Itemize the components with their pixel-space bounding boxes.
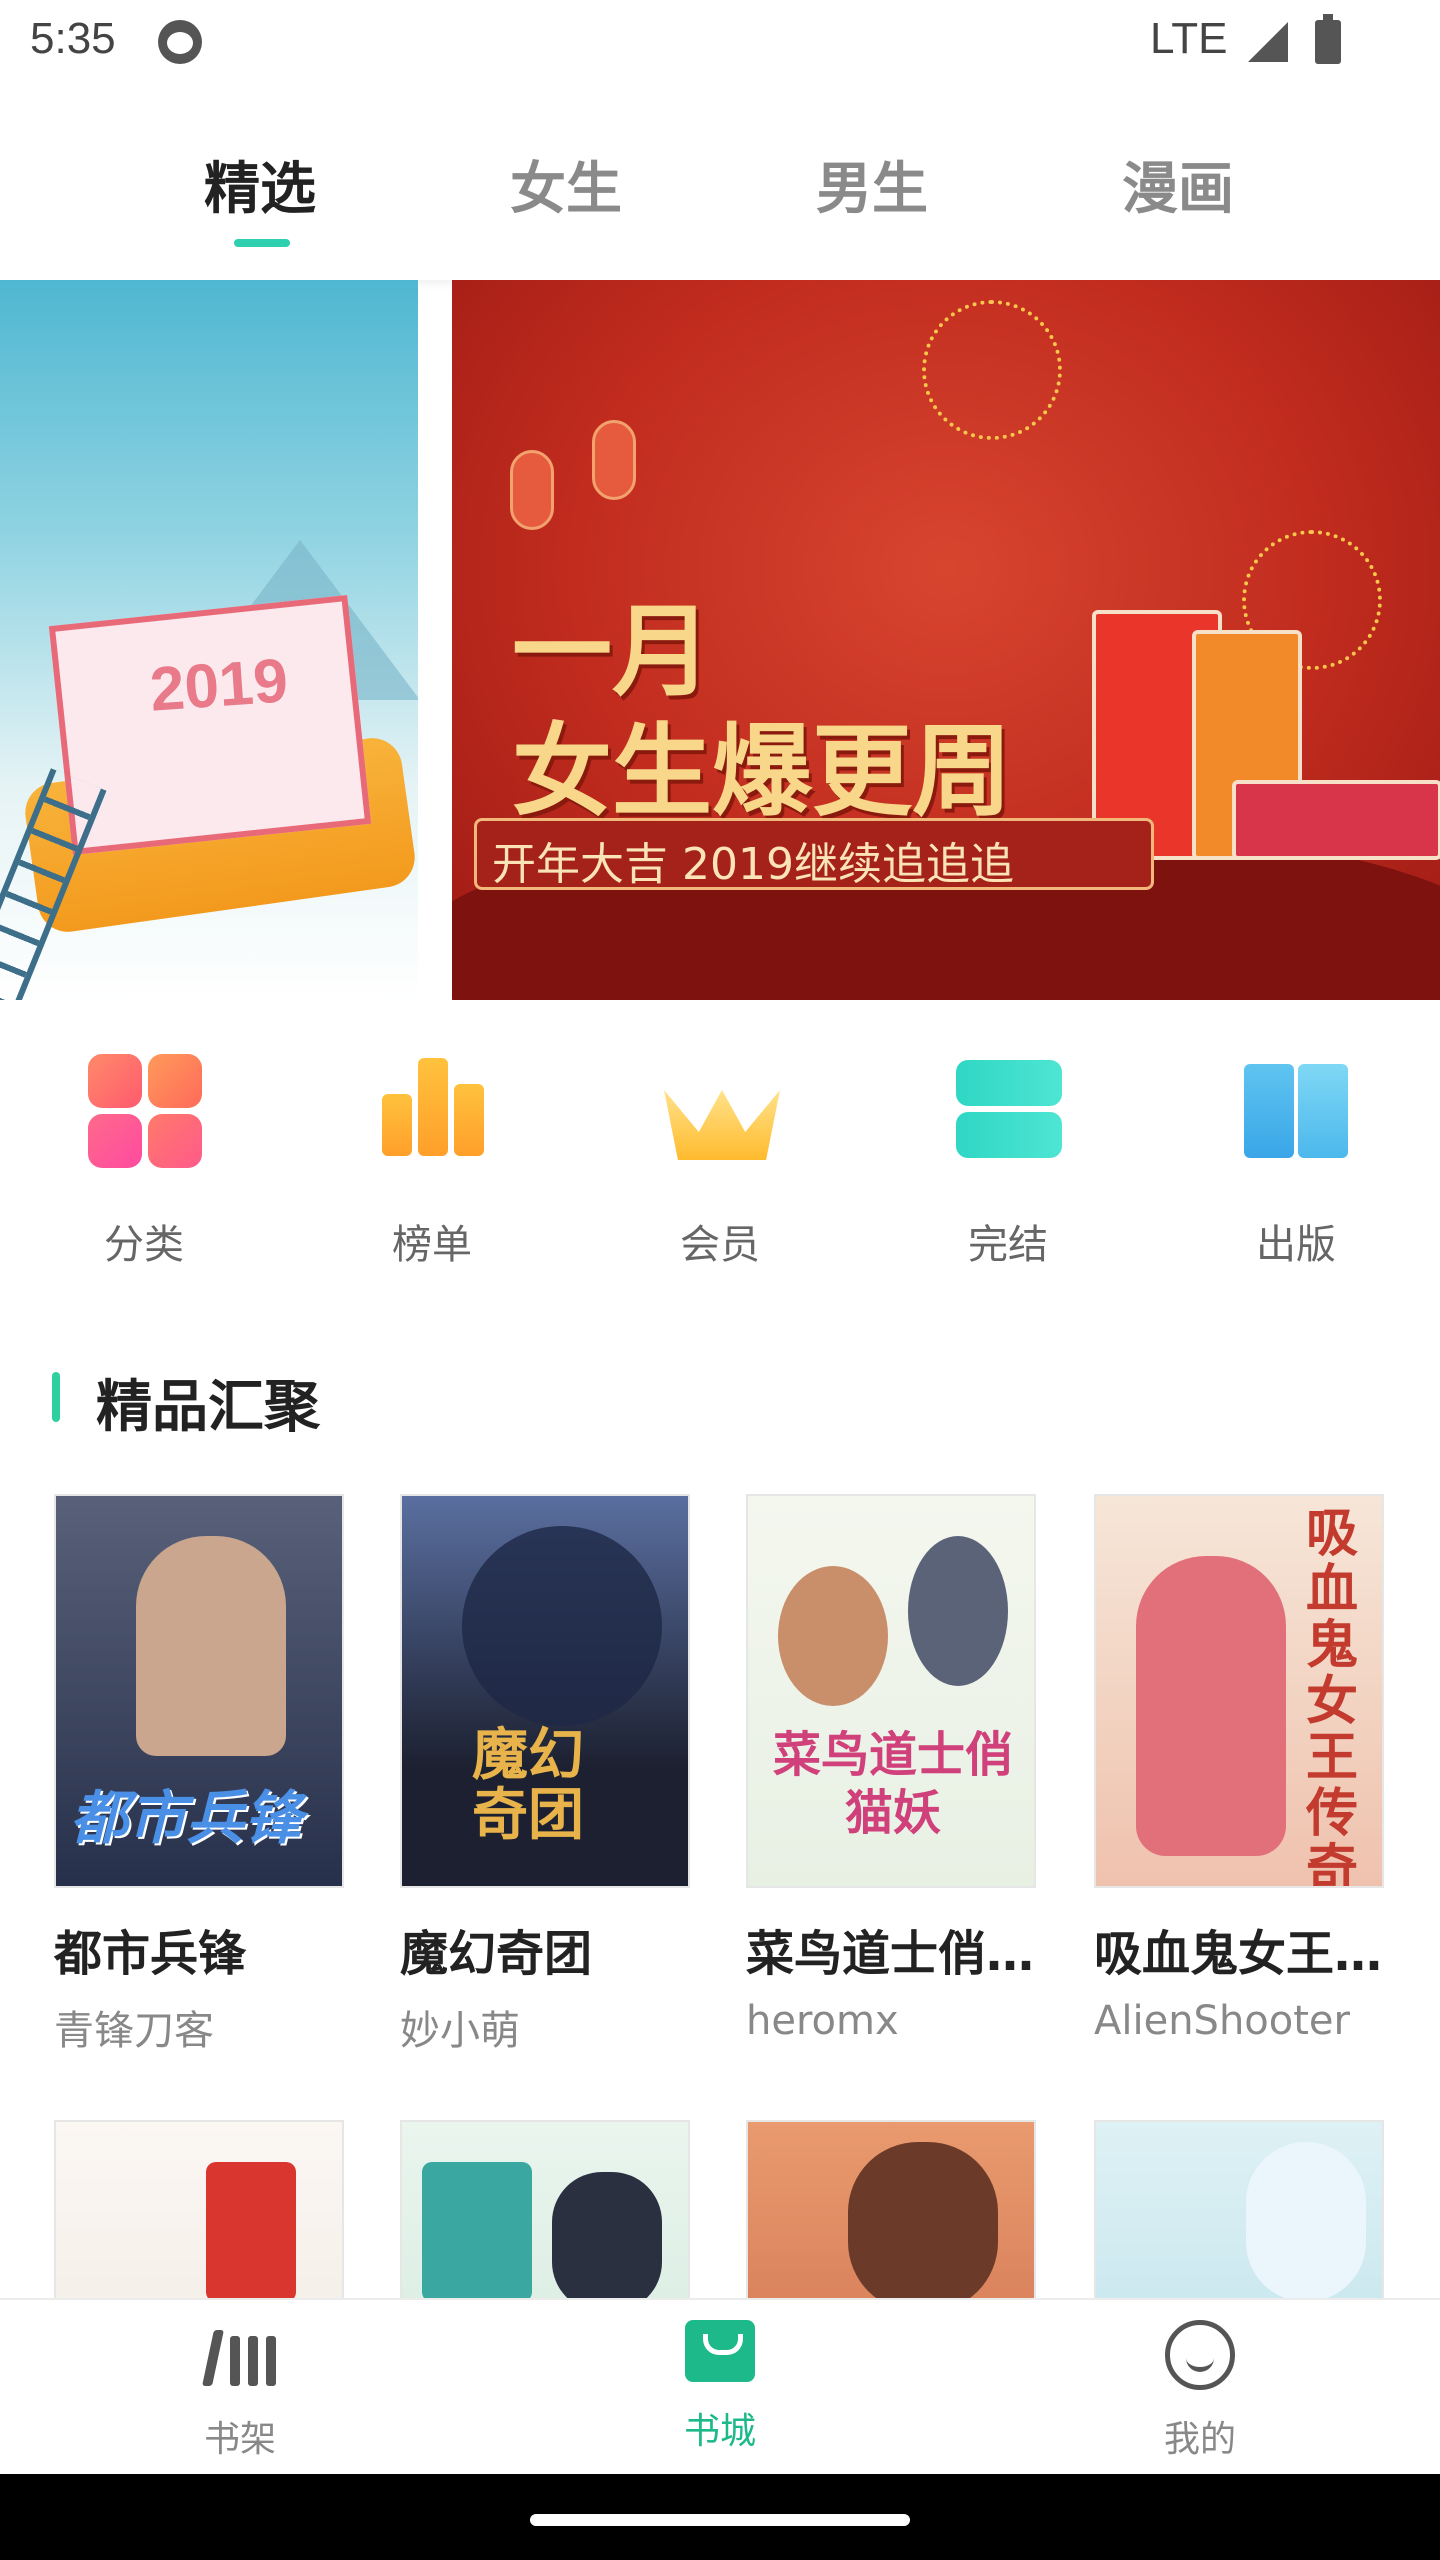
cover-artwork — [422, 2162, 532, 2302]
nav-bookshelf[interactable]: 书架 — [140, 2320, 340, 2462]
cover-character — [908, 1536, 1008, 1686]
category-label: 榜单 — [392, 1222, 472, 1268]
cover-character — [778, 1566, 888, 1706]
book-title: 菜鸟道士俏… — [746, 1926, 1035, 1982]
book-author: 妙小萌 — [400, 2008, 520, 2054]
system-gesture-bar — [0, 2474, 1440, 2560]
category-label: 会员 — [680, 1222, 760, 1268]
book-author: 青锋刀客 — [54, 2008, 214, 2054]
lantern-icon — [592, 420, 636, 500]
tab-featured[interactable]: 精选 — [160, 144, 360, 225]
nav-label: 我的 — [1163, 2419, 1236, 2460]
cover-title: 吸血鬼女王传奇 — [1306, 1504, 1359, 1888]
nav-label: 书架 — [203, 2419, 276, 2460]
bookshelf-icon — [200, 2320, 280, 2390]
category-published[interactable]: 出版 — [1216, 1050, 1376, 1270]
book-icon — [1236, 1050, 1356, 1170]
book-cover[interactable]: 魔幻奇团 — [400, 1494, 690, 1888]
ranking-icon — [372, 1050, 492, 1170]
book-cover[interactable]: 都市兵锋 — [54, 1494, 344, 1888]
battery-icon — [1315, 14, 1341, 64]
crown-icon — [660, 1050, 780, 1170]
nav-profile[interactable]: 我的 — [1100, 2320, 1300, 2462]
book-title: 吸血鬼女王… — [1094, 1926, 1383, 1982]
banner-slide-2019[interactable]: 2019 — [0, 280, 418, 1000]
tab-male[interactable]: 男生 — [772, 144, 972, 225]
category-membership[interactable]: 会员 — [640, 1050, 800, 1270]
book-card[interactable]: 菜鸟道士俏猫妖 菜鸟道士俏… heromx — [746, 1494, 1036, 2044]
book-decoration — [1232, 780, 1440, 860]
cover-title: 魔幻奇团 — [472, 1723, 584, 1848]
banner-year: 2019 — [147, 646, 291, 725]
tab-female[interactable]: 女生 — [466, 144, 666, 225]
signal-icon — [1248, 22, 1288, 62]
cover-artwork — [1246, 2142, 1366, 2302]
book-card[interactable]: 都市兵锋 都市兵锋 青锋刀客 — [54, 1494, 344, 2056]
bookstore-icon — [685, 2320, 755, 2382]
cover-artwork — [552, 2172, 662, 2312]
banner-slide-girls-update-week[interactable]: 一月 女生爆更周 开年大吉 2019继续追追追 — [452, 280, 1440, 1000]
status-time: 5:35 — [30, 14, 116, 63]
book-page-illustration — [48, 594, 372, 856]
category-label: 出版 — [1256, 1222, 1336, 1268]
book-card[interactable]: 魔幻奇团 魔幻奇团 妙小萌 — [400, 1494, 690, 2056]
category-classify[interactable]: 分类 — [64, 1050, 224, 1270]
book-cover[interactable]: 菜鸟道士俏猫妖 — [746, 1494, 1036, 1888]
book-card[interactable]: 吸血鬼女王传奇 吸血鬼女王… AlienShooter — [1094, 1494, 1384, 2044]
cover-portrait — [136, 1536, 286, 1756]
section-title: 精品汇聚 — [96, 1375, 320, 1440]
cover-artwork — [848, 2142, 998, 2312]
book-author: heromx — [746, 1998, 899, 2044]
cover-title: 菜鸟道士俏猫妖 — [772, 1727, 1013, 1841]
finished-icon — [948, 1050, 1068, 1170]
grid-icon — [84, 1050, 204, 1170]
home-gesture-handle[interactable] — [530, 2514, 910, 2526]
lantern-icon — [510, 450, 554, 530]
category-finished[interactable]: 完结 — [928, 1050, 1088, 1270]
tab-indicator — [234, 239, 290, 247]
book-author: AlienShooter — [1094, 1998, 1350, 2044]
cover-title: 都市兵锋 — [70, 1784, 303, 1852]
cover-artwork — [206, 2162, 296, 2302]
profile-icon — [1165, 2320, 1235, 2390]
cover-character — [1136, 1556, 1286, 1856]
category-label: 完结 — [968, 1222, 1048, 1268]
category-ranking[interactable]: 榜单 — [352, 1050, 512, 1270]
notification-face-icon — [158, 20, 202, 64]
firework-decoration — [922, 300, 1062, 440]
book-title: 魔幻奇团 — [400, 1926, 593, 1982]
bottom-nav: 书架 书城 我的 — [0, 2298, 1440, 2474]
section-accent-bar — [52, 1372, 60, 1422]
tab-comics[interactable]: 漫画 — [1078, 144, 1278, 225]
banner-carousel[interactable]: 2019 一月 女生爆更周 开年大吉 2019继续追追追 — [0, 280, 1440, 1000]
top-tab-bar: 精选 女生 男生 漫画 — [0, 84, 1440, 280]
book-title: 都市兵锋 — [54, 1926, 247, 1982]
banner-headline-line2: 女生爆更周 — [512, 713, 1012, 830]
category-label: 分类 — [104, 1222, 184, 1268]
nav-bookstore[interactable]: 书城 — [620, 2320, 820, 2454]
nav-label: 书城 — [683, 2411, 756, 2452]
cover-figure — [462, 1526, 662, 1726]
network-type: LTE — [1150, 14, 1228, 63]
book-cover[interactable]: 吸血鬼女王传奇 — [1094, 1494, 1384, 1888]
status-bar: 5:35 LTE — [0, 0, 1440, 84]
banner-ribbon-text: 开年大吉 2019继续追追追 — [492, 839, 1014, 890]
